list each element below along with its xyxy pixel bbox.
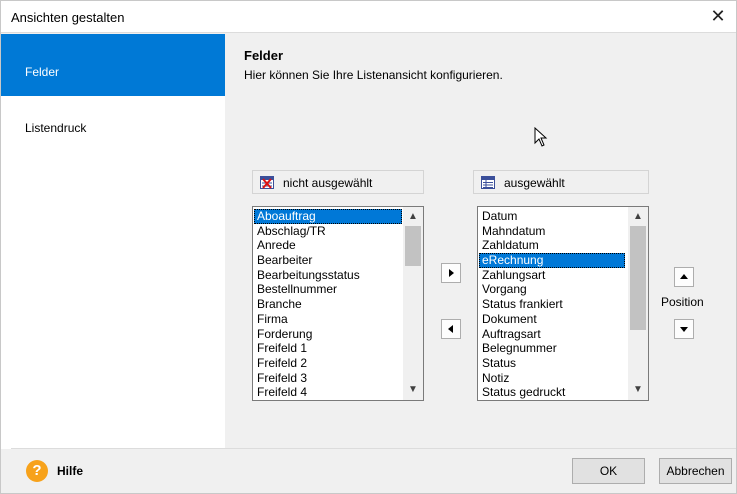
sidebar: Felder Listendruck bbox=[1, 34, 225, 449]
list-item[interactable]: Dokument bbox=[479, 312, 625, 327]
list-item[interactable]: Freifeld 4 bbox=[254, 385, 402, 400]
dialog-footer: ? Hilfe OK Abbrechen bbox=[1, 449, 736, 493]
chosen-list-title: ausgewählt bbox=[504, 176, 565, 190]
available-list-scrollbar[interactable]: ▲ ▼ bbox=[403, 207, 423, 400]
available-fields-items: Aboauftrag Abschlag/TR Anrede Bearbeiter Bea… bbox=[254, 209, 402, 400]
scroll-down-icon[interactable]: ▼ bbox=[628, 382, 648, 398]
scroll-thumb[interactable] bbox=[630, 226, 646, 330]
chosen-fields-listbox[interactable]: Datum Mahndatum Zahldatum eRechnung Zahlungs… bbox=[477, 206, 649, 401]
help-icon[interactable]: ? bbox=[26, 460, 48, 482]
page-subtitle: Hier können Sie Ihre Listenansicht konfi… bbox=[244, 68, 503, 82]
list-item[interactable]: Freifeld 3 bbox=[254, 371, 402, 386]
list-item[interactable]: Mahndatum bbox=[479, 224, 625, 239]
list-item[interactable]: Abschlag/TR bbox=[254, 224, 402, 239]
chosen-fields-items: Datum Mahndatum Zahldatum eRechnung Zahlungs… bbox=[479, 209, 625, 400]
window-title: Ansichten gestalten bbox=[11, 10, 125, 25]
chosen-list-header: ausgewählt bbox=[473, 170, 649, 194]
list-item[interactable]: Vorgang bbox=[479, 282, 625, 297]
list-item[interactable]: Status gedruckt bbox=[479, 385, 625, 400]
cancel-button[interactable]: Abbrechen bbox=[659, 458, 732, 484]
list-item[interactable]: Aboauftrag bbox=[254, 209, 402, 224]
list-item[interactable]: Bearbeitungsstatus bbox=[254, 268, 402, 283]
close-icon[interactable]: ✕ bbox=[708, 6, 728, 26]
list-item[interactable]: Status frankiert bbox=[479, 297, 625, 312]
list-item[interactable]: Branche bbox=[254, 297, 402, 312]
available-list-title: nicht ausgewählt bbox=[283, 176, 373, 190]
list-item[interactable]: Datum bbox=[479, 209, 625, 224]
help-link[interactable]: Hilfe bbox=[57, 464, 83, 478]
list-item[interactable]: Freifeld 2 bbox=[254, 356, 402, 371]
available-fields-listbox[interactable]: Aboauftrag Abschlag/TR Anrede Bearbeiter Bea… bbox=[252, 206, 424, 401]
list-item[interactable]: Status bbox=[479, 356, 625, 371]
list-item[interactable]: Freifeld 1 bbox=[254, 341, 402, 356]
scroll-thumb[interactable] bbox=[405, 226, 421, 266]
sidebar-item-label: Felder bbox=[25, 65, 60, 79]
list-not-selected-icon bbox=[260, 176, 274, 189]
arrow-up-icon bbox=[680, 274, 688, 279]
position-label: Position bbox=[661, 295, 704, 309]
move-to-selected-button[interactable] bbox=[441, 263, 461, 283]
list-selected-icon bbox=[481, 176, 495, 189]
move-to-available-button[interactable] bbox=[441, 319, 461, 339]
list-item[interactable]: Zahldatum bbox=[479, 238, 625, 253]
move-down-button[interactable] bbox=[674, 319, 694, 339]
page-title: Felder bbox=[244, 48, 284, 63]
arrow-left-icon bbox=[448, 325, 453, 333]
arrow-down-icon bbox=[680, 327, 688, 332]
sidebar-item-listendruck[interactable]: Listendruck bbox=[1, 96, 225, 158]
arrow-right-icon bbox=[449, 269, 454, 277]
list-item[interactable]: eRechnung bbox=[479, 253, 625, 268]
list-item[interactable]: Anrede bbox=[254, 238, 402, 253]
chosen-list-scrollbar[interactable]: ▲ ▼ bbox=[628, 207, 648, 400]
scroll-down-icon[interactable]: ▼ bbox=[403, 382, 423, 398]
sidebar-item-felder[interactable]: Felder bbox=[1, 34, 225, 96]
move-up-button[interactable] bbox=[674, 267, 694, 287]
list-item[interactable]: Auftragsart bbox=[479, 327, 625, 342]
available-list-header: nicht ausgewählt bbox=[252, 170, 424, 194]
sidebar-item-label: Listendruck bbox=[25, 121, 87, 135]
ok-button[interactable]: OK bbox=[572, 458, 645, 484]
title-bar: Ansichten gestalten ✕ bbox=[1, 1, 736, 33]
list-item[interactable]: Notiz bbox=[479, 371, 625, 386]
mouse-cursor-icon bbox=[534, 126, 548, 150]
list-item[interactable]: Bestellnummer bbox=[254, 282, 402, 297]
list-item[interactable]: Belegnummer bbox=[479, 341, 625, 356]
list-item[interactable]: Firma bbox=[254, 312, 402, 327]
list-item[interactable]: Zahlungsart bbox=[479, 268, 625, 283]
scroll-up-icon[interactable]: ▲ bbox=[403, 209, 423, 225]
dialog-window: Ansichten gestalten ✕ Felder Listendruck… bbox=[0, 0, 737, 494]
scroll-up-icon[interactable]: ▲ bbox=[628, 209, 648, 225]
list-item[interactable]: Bearbeiter bbox=[254, 253, 402, 268]
list-item[interactable]: Forderung bbox=[254, 327, 402, 342]
